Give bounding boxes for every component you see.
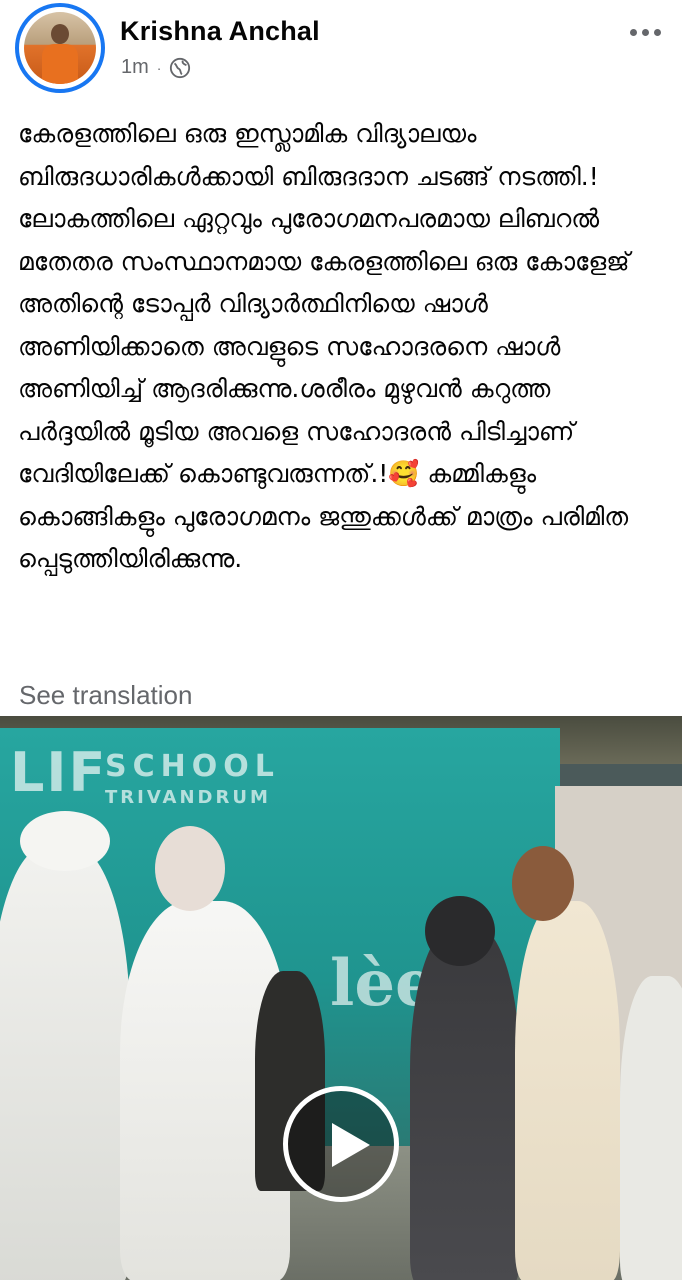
play-button[interactable] <box>283 1086 399 1202</box>
video-person-head <box>512 846 574 921</box>
video-person <box>0 846 130 1280</box>
video-person-head <box>155 826 225 911</box>
post-video[interactable]: LIF SCHOOL TRIVANDRUM lèef <box>0 716 682 1280</box>
video-person <box>410 926 520 1280</box>
post-timestamp[interactable]: 1m <box>121 56 149 79</box>
video-person-head <box>425 896 495 966</box>
more-horizontal-icon[interactable] <box>630 20 666 44</box>
play-icon <box>332 1123 370 1167</box>
meta-separator: · <box>156 59 162 76</box>
author-name[interactable]: Krishna Anchal <box>120 16 320 47</box>
sign-city: TRIVANDRUM <box>105 787 271 808</box>
avatar-image <box>24 12 96 84</box>
profile-avatar[interactable] <box>15 3 105 93</box>
post-header: Krishna Anchal 1m · <box>0 0 682 100</box>
post-meta: 1m · <box>121 56 191 79</box>
sign-school: SCHOOL <box>105 749 280 784</box>
video-person <box>620 976 682 1280</box>
video-person-head <box>20 811 110 871</box>
globe-icon <box>170 57 191 78</box>
video-school-sign: LIF SCHOOL TRIVANDRUM <box>10 741 274 808</box>
see-translation-link[interactable]: See translation <box>19 680 192 711</box>
sign-letters: LIF <box>10 741 108 804</box>
video-person <box>515 901 620 1280</box>
post-body-text: കേരളത്തിലെ ഒരു ഇസ്ലാമിക വിദ്യാലയം ബിരുദധ… <box>18 119 630 573</box>
